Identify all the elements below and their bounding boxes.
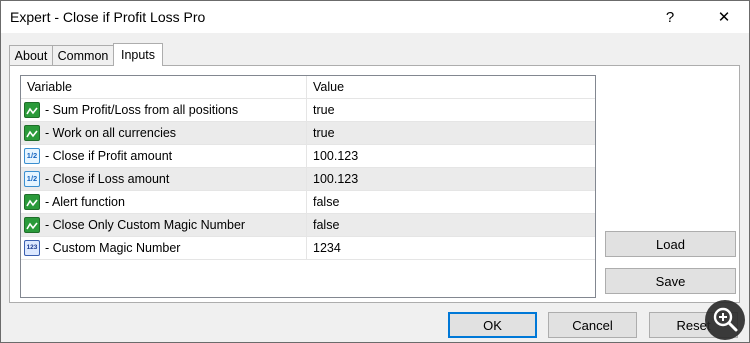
value-cell[interactable]: false [307,191,339,213]
variable-cell: - Close Only Custom Magic Number [21,214,307,236]
int-param-icon: 123 [24,240,40,256]
variable-name: - Sum Profit/Loss from all positions [45,103,239,117]
column-header-value[interactable]: Value [307,76,595,98]
variable-name: - Close if Loss amount [45,172,170,186]
load-button[interactable]: Load [605,231,736,257]
cancel-button[interactable]: Cancel [548,312,637,338]
variable-cell: - Sum Profit/Loss from all positions [21,99,307,121]
expert-dialog: Expert - Close if Profit Loss Pro ? ✕ Ab… [0,0,750,343]
variable-name: - Work on all currencies [45,126,177,140]
value-cell[interactable]: 1234 [307,237,341,259]
close-button[interactable]: ✕ [701,1,747,33]
variable-name: - Custom Magic Number [45,241,181,255]
table-row[interactable]: - Alert function false [21,191,595,214]
title-bar: Expert - Close if Profit Loss Pro ? ✕ [1,1,749,33]
ok-button[interactable]: OK [448,312,537,338]
table-row[interactable]: 1/2 - Close if Profit amount 100.123 [21,145,595,168]
table-row[interactable]: - Work on all currencies true [21,122,595,145]
variable-cell: - Alert function [21,191,307,213]
variable-cell: 1/2 - Close if Loss amount [21,168,307,190]
double-param-icon: 1/2 [24,148,40,164]
double-param-icon: 1/2 [24,171,40,187]
variable-cell: - Work on all currencies [21,122,307,144]
save-button[interactable]: Save [605,268,736,294]
tab-common[interactable]: Common [52,45,114,65]
bool-param-icon [24,102,40,118]
value-cell[interactable]: 100.123 [307,145,358,167]
inputs-table[interactable]: Variable Value - Sum Profit/Loss from al… [20,75,596,298]
column-header-variable[interactable]: Variable [21,76,307,98]
variable-cell: 1/2 - Close if Profit amount [21,145,307,167]
table-row[interactable]: 1/2 - Close if Loss amount 100.123 [21,168,595,191]
table-header: Variable Value [21,76,595,99]
window-title: Expert - Close if Profit Loss Pro [10,9,206,25]
table-row[interactable]: - Close Only Custom Magic Number false [21,214,595,237]
zoom-in-icon[interactable] [705,300,745,340]
variable-cell: 123 - Custom Magic Number [21,237,307,259]
tab-about[interactable]: About [9,45,53,65]
tab-inputs[interactable]: Inputs [113,43,163,66]
variable-name: - Close if Profit amount [45,149,173,163]
table-row[interactable]: 123 - Custom Magic Number 1234 [21,237,595,260]
value-cell[interactable]: false [307,214,339,236]
bool-param-icon [24,194,40,210]
value-cell[interactable]: true [307,99,335,121]
variable-name: - Close Only Custom Magic Number [45,218,246,232]
help-button[interactable]: ? [647,1,693,33]
bool-param-icon [24,125,40,141]
table-row[interactable]: - Sum Profit/Loss from all positions tru… [21,99,595,122]
variable-name: - Alert function [45,195,125,209]
value-cell[interactable]: true [307,122,335,144]
bool-param-icon [24,217,40,233]
value-cell[interactable]: 100.123 [307,168,358,190]
